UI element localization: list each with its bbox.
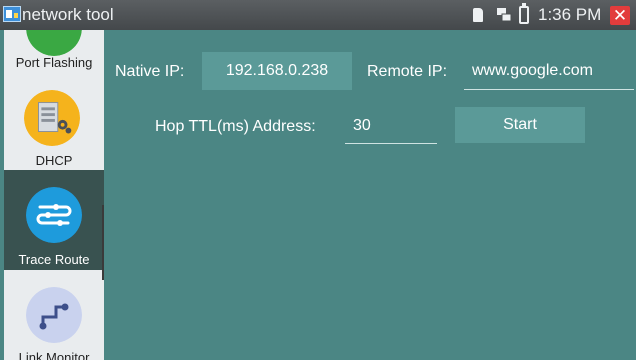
hop-ttl-address-label: Hop TTL(ms) Address: <box>155 118 316 135</box>
remote-ip-label: Remote IP: <box>367 63 448 80</box>
app-icon <box>3 6 21 22</box>
sidebar-item-dhcp[interactable]: DHCP <box>4 85 104 170</box>
close-icon: ✕ <box>612 6 628 25</box>
sidebar-item-trace-route[interactable]: Trace Route <box>4 170 104 270</box>
sidebar-item-label: Port Flashing <box>15 55 93 70</box>
dhcp-icon <box>24 90 80 146</box>
status-bar: network tool 1:36 PM ✕ <box>0 0 636 30</box>
native-ip-label: Native IP: <box>115 63 185 80</box>
sidebar: Port Flashing DHCP Trace Route Link Moni… <box>4 30 104 360</box>
port-flashing-icon <box>26 30 82 56</box>
sidebar-scrollbar[interactable] <box>102 205 104 280</box>
sidebar-item-label: DHCP <box>35 153 73 168</box>
start-button[interactable]: Start <box>455 107 585 143</box>
network-icon <box>497 8 512 22</box>
sidebar-item-port-flashing[interactable]: Port Flashing <box>4 30 104 85</box>
sidebar-item-label: Link Monitor <box>18 350 90 360</box>
app-title: network tool <box>22 5 114 24</box>
clock: 1:36 PM <box>538 5 602 24</box>
trace-route-icon <box>26 187 82 243</box>
close-button[interactable]: ✕ <box>610 6 630 25</box>
link-monitor-icon <box>26 287 82 343</box>
sd-card-icon <box>473 8 483 22</box>
battery-icon <box>519 3 529 24</box>
native-ip-value: 192.168.0.238 <box>202 52 352 90</box>
sidebar-item-link-monitor[interactable]: Link Monitor <box>4 270 104 360</box>
remote-ip-input[interactable] <box>464 52 634 90</box>
sidebar-item-label: Trace Route <box>18 252 90 267</box>
hop-ttl-input[interactable] <box>345 108 437 144</box>
